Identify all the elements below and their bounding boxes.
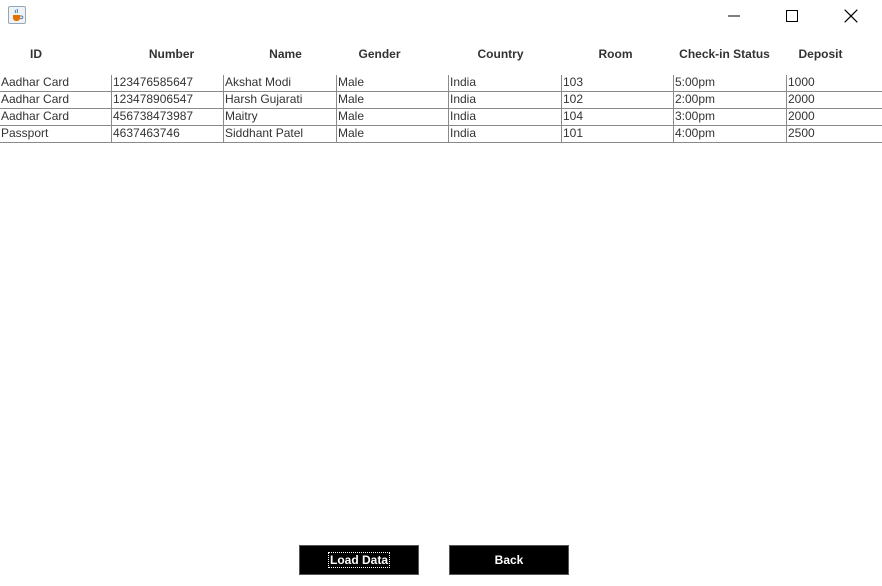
cell-gender[interactable]: Male [336, 75, 448, 91]
cell-checkin-status[interactable]: 5:00pm [673, 75, 786, 91]
title-bar [0, 0, 882, 32]
table-row[interactable]: Aadhar Card 123478906547 Harsh Gujarati … [0, 92, 882, 109]
table-row[interactable]: Aadhar Card 123476585647 Akshat Modi Mal… [0, 75, 882, 92]
close-button[interactable] [822, 0, 880, 32]
cell-gender[interactable]: Male [336, 92, 448, 108]
maximize-icon [786, 10, 798, 22]
cell-name[interactable]: Maitry [223, 109, 336, 125]
cell-country[interactable]: India [448, 109, 561, 125]
table-row[interactable]: Passport 4637463746 Siddhant Patel Male … [0, 126, 882, 143]
cell-deposit[interactable]: 2000 [786, 109, 882, 125]
column-header-number[interactable]: Number [116, 44, 227, 64]
cell-number[interactable]: 123476585647 [111, 75, 223, 91]
cell-id[interactable]: Aadhar Card [0, 109, 111, 125]
load-data-label: Load Data [327, 552, 391, 568]
load-data-button[interactable]: Load Data [299, 545, 419, 575]
cell-deposit[interactable]: 1000 [786, 75, 882, 91]
close-icon [844, 9, 858, 23]
cell-name[interactable]: Siddhant Patel [223, 126, 336, 142]
minimize-button[interactable] [705, 0, 763, 32]
cell-number[interactable]: 123478906547 [111, 92, 223, 108]
cell-deposit[interactable]: 2000 [786, 92, 882, 108]
cell-id[interactable]: Aadhar Card [0, 92, 111, 108]
cell-name[interactable]: Harsh Gujarati [223, 92, 336, 108]
minimize-icon [728, 15, 740, 17]
column-header-country[interactable]: Country [445, 44, 556, 64]
cell-room[interactable]: 103 [561, 75, 673, 91]
cell-name[interactable]: Akshat Modi [223, 75, 336, 91]
cell-checkin-status[interactable]: 2:00pm [673, 92, 786, 108]
column-header-room[interactable]: Room [560, 44, 671, 64]
cell-checkin-status[interactable]: 4:00pm [673, 126, 786, 142]
table-header: ID Number Name Gender Country Room Check… [0, 44, 882, 64]
column-header-id[interactable]: ID [0, 44, 72, 64]
maximize-button[interactable] [763, 0, 821, 32]
cell-room[interactable]: 102 [561, 92, 673, 108]
cell-room[interactable]: 101 [561, 126, 673, 142]
cell-country[interactable]: India [448, 126, 561, 142]
column-header-checkin-status[interactable]: Check-in Status [669, 44, 780, 64]
cell-number[interactable]: 456738473987 [111, 109, 223, 125]
cell-deposit[interactable]: 2500 [786, 126, 882, 142]
guest-table: Aadhar Card 123476585647 Akshat Modi Mal… [0, 75, 882, 143]
cell-checkin-status[interactable]: 3:00pm [673, 109, 786, 125]
cell-room[interactable]: 104 [561, 109, 673, 125]
cell-country[interactable]: India [448, 75, 561, 91]
cell-gender[interactable]: Male [336, 109, 448, 125]
table-row[interactable]: Aadhar Card 456738473987 Maitry Male Ind… [0, 109, 882, 126]
cell-gender[interactable]: Male [336, 126, 448, 142]
cell-country[interactable]: India [448, 92, 561, 108]
java-cup-icon [8, 6, 26, 24]
back-button[interactable]: Back [449, 545, 569, 575]
cell-number[interactable]: 4637463746 [111, 126, 223, 142]
cell-id[interactable]: Aadhar Card [0, 75, 111, 91]
column-header-deposit[interactable]: Deposit [765, 44, 876, 64]
column-header-gender[interactable]: Gender [324, 44, 435, 64]
back-label: Back [494, 553, 524, 567]
cell-id[interactable]: Passport [0, 126, 111, 142]
